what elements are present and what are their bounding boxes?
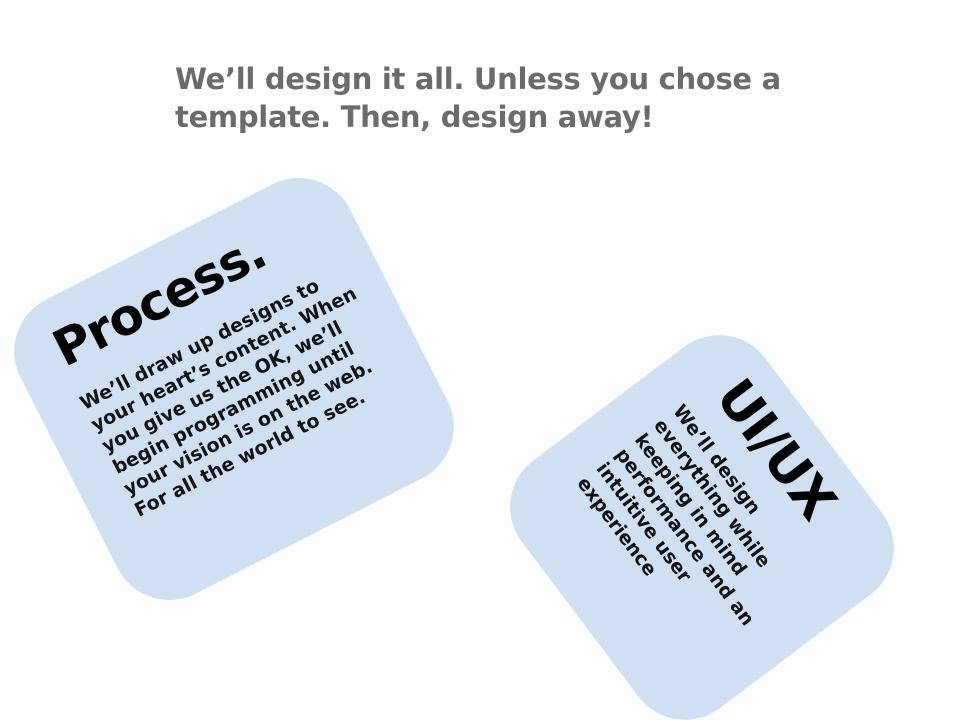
- page-headline: We’ll design it all. Unless you chose a …: [175, 62, 781, 134]
- process-card: Process. We’ll draw up designs to your h…: [0, 157, 474, 621]
- uiux-card: UI/UX We’ll design everything while keep…: [486, 311, 918, 720]
